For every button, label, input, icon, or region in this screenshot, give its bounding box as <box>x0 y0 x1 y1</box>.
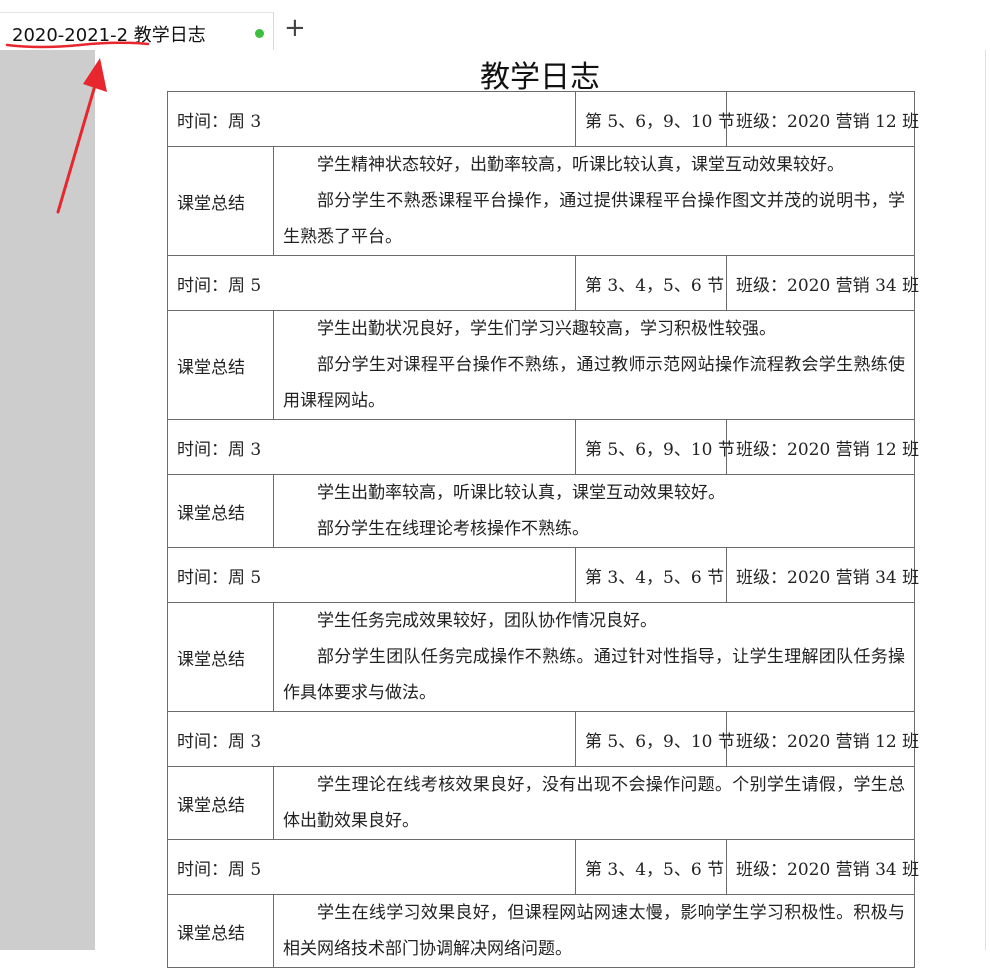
summary-paragraph: 学生理论在线考核效果良好，没有出现不会操作问题。个别学生请假，学生总体出勤效果良… <box>283 775 906 831</box>
periods-cell: 第 5、6，9、10 节 <box>575 419 735 475</box>
class-cell: 班级：2020 营销 34 班 <box>726 547 919 603</box>
entry-summary-row: 课堂总结 学生在线学习效果良好，但课程网站网速太慢，影响学生学习积极性。积极与相… <box>167 894 916 968</box>
class-cell: 班级：2020 营销 34 班 <box>726 255 919 311</box>
time-cell: 时间：周 3 <box>166 419 577 475</box>
periods-cell: 第 3、4，5、6 节 <box>575 547 728 603</box>
time-cell: 时间：周 3 <box>166 711 577 767</box>
summary-content: 学生在线学习效果良好，但课程网站网速太慢，影响学生学习积极性。积极与相关网络技术… <box>272 894 916 968</box>
summary-content: 学生精神状态较好，出勤率较高，听课比较认真，课堂互动效果较好。 部分学生不熟悉课… <box>272 146 916 256</box>
summary-paragraph: 学生在线学习效果良好，但课程网站网速太慢，影响学生学习积极性。积极与相关网络技术… <box>283 903 906 959</box>
entry-summary-row: 课堂总结 学生任务完成效果较好，团队协作情况良好。 部分学生团队任务完成操作不熟… <box>167 602 916 712</box>
summary-label: 课堂总结 <box>167 602 274 712</box>
summary-paragraph: 学生任务完成效果较好，团队协作情况良好。 <box>317 611 657 631</box>
entry-info-row: 时间：周 3 第 5、6，9、10 节 班级：2020 营销 12 班 <box>166 91 919 147</box>
time-cell: 时间：周 5 <box>166 255 577 311</box>
periods-cell: 第 5、6，9、10 节 <box>575 91 735 147</box>
periods-cell: 第 3、4，5、6 节 <box>575 839 728 895</box>
class-cell: 班级：2020 营销 12 班 <box>726 711 919 767</box>
page-edge <box>985 50 986 950</box>
summary-label: 课堂总结 <box>167 146 274 256</box>
summary-content: 学生任务完成效果较好，团队协作情况良好。 部分学生团队任务完成操作不熟练。通过针… <box>272 602 916 712</box>
summary-paragraph: 学生精神状态较好，出勤率较高，听课比较认真，课堂互动效果较好。 <box>317 155 844 175</box>
page-gutter <box>0 50 95 950</box>
entry-info-row: 时间：周 5 第 3、4，5、6 节 班级：2020 营销 34 班 <box>166 255 919 311</box>
entry-info-row: 时间：周 5 第 3、4，5、6 节 班级：2020 营销 34 班 <box>166 839 919 895</box>
teaching-log-table: 时间：周 3 第 5、6，9、10 节 班级：2020 营销 12 班 课堂总结… <box>166 91 919 968</box>
entry-summary-row: 课堂总结 学生出勤率较高，听课比较认真，课堂互动效果较好。 部分学生在线理论考核… <box>167 474 916 548</box>
entry-summary-row: 课堂总结 学生出勤状况良好，学生们学习兴趣较高，学习积极性较强。 部分学生对课程… <box>167 310 916 420</box>
tab-document[interactable]: 2020-2021-2 教学日志 <box>0 12 274 50</box>
tab-title: 2020-2021-2 教学日志 <box>12 25 206 46</box>
class-cell: 班级：2020 营销 34 班 <box>726 839 919 895</box>
entry-info-row: 时间：周 3 第 5、6，9、10 节 班级：2020 营销 12 班 <box>166 711 919 767</box>
class-cell: 班级：2020 营销 12 班 <box>726 91 919 147</box>
summary-content: 学生理论在线考核效果良好，没有出现不会操作问题。个别学生请假，学生总体出勤效果良… <box>272 766 916 840</box>
summary-paragraph: 部分学生团队任务完成操作不熟练。通过针对性指导，让学生理解团队任务操作具体要求与… <box>283 647 906 703</box>
periods-cell: 第 3、4，5、6 节 <box>575 255 728 311</box>
summary-paragraph: 部分学生不熟悉课程平台操作，通过提供课程平台操作图文并茂的说明书，学生熟悉了平台… <box>283 191 906 247</box>
time-cell: 时间：周 3 <box>166 91 577 147</box>
periods-cell: 第 5、6，9、10 节 <box>575 711 735 767</box>
summary-paragraph: 学生出勤状况良好，学生们学习兴趣较高，学习积极性较强。 <box>317 319 776 339</box>
unsaved-dot-icon <box>255 29 264 38</box>
summary-label: 课堂总结 <box>167 310 274 420</box>
summary-content: 学生出勤状况良好，学生们学习兴趣较高，学习积极性较强。 部分学生对课程平台操作不… <box>272 310 916 420</box>
entry-summary-row: 课堂总结 学生精神状态较好，出勤率较高，听课比较认真，课堂互动效果较好。 部分学… <box>167 146 916 256</box>
plus-icon[interactable]: + <box>284 15 306 41</box>
summary-label: 课堂总结 <box>167 766 274 840</box>
document-title: 教学日志 <box>480 60 600 95</box>
summary-label: 课堂总结 <box>167 894 274 968</box>
class-cell: 班级：2020 营销 12 班 <box>726 419 919 475</box>
entry-info-row: 时间：周 5 第 3、4，5、6 节 班级：2020 营销 34 班 <box>166 547 919 603</box>
tab-bar: 2020-2021-2 教学日志 + <box>0 0 990 50</box>
summary-paragraph: 部分学生对课程平台操作不熟练，通过教师示范网站操作流程教会学生熟练使用课程网站。 <box>283 355 906 411</box>
summary-paragraph: 学生出勤率较高，听课比较认真，课堂互动效果较好。 <box>317 483 725 503</box>
time-cell: 时间：周 5 <box>166 839 577 895</box>
entry-info-row: 时间：周 3 第 5、6，9、10 节 班级：2020 营销 12 班 <box>166 419 919 475</box>
summary-paragraph: 部分学生在线理论考核操作不熟练。 <box>317 519 589 539</box>
time-cell: 时间：周 5 <box>166 547 577 603</box>
entry-summary-row: 课堂总结 学生理论在线考核效果良好，没有出现不会操作问题。个别学生请假，学生总体… <box>167 766 916 840</box>
summary-content: 学生出勤率较高，听课比较认真，课堂互动效果较好。 部分学生在线理论考核操作不熟练… <box>272 474 916 548</box>
summary-label: 课堂总结 <box>167 474 274 548</box>
